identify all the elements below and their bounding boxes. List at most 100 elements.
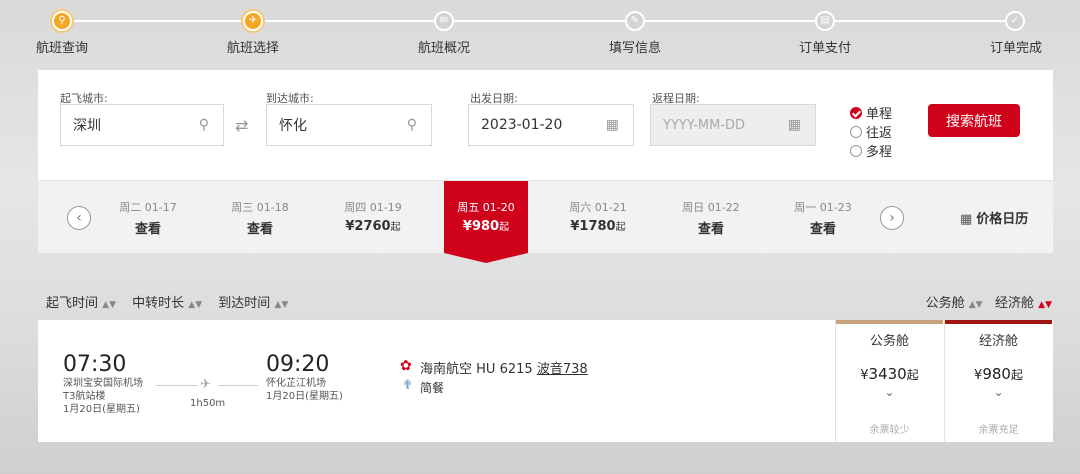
pencil-icon: ✎ — [625, 11, 645, 31]
price-calendar-link[interactable]: ▦ 价格日历 — [960, 208, 1028, 227]
route-line — [156, 385, 198, 386]
date-cell[interactable]: 周日 01-22 查看 — [669, 181, 753, 253]
sort-label: 起飞时间 — [46, 296, 99, 311]
aircraft-type-link[interactable]: 波音738 — [537, 362, 588, 377]
trip-type-multi[interactable]: 多程 — [850, 141, 892, 160]
depart-terminal: T3航站楼 — [63, 391, 106, 402]
date-cell-date: 周六 01-21 — [569, 201, 627, 214]
price-suffix: 起 — [499, 222, 510, 233]
cabin-color-bar — [836, 320, 943, 324]
search-flights-button[interactable]: 搜索航班 — [928, 104, 1020, 137]
trip-type-radio-group: 单程 往返 多程 — [850, 103, 892, 160]
sort-label: 公务舱 — [925, 296, 965, 311]
cabin-business[interactable]: 公务舱 ¥3430起 ⌄ 余票较少 — [835, 320, 943, 442]
trip-type-label: 往返 — [866, 126, 893, 141]
date-cell-price: 查看 — [218, 218, 302, 237]
flight-card: 07:30 深圳宝安国际机场 T3航站楼 1月20日(星期五) ✈ 1h50m … — [38, 320, 1053, 442]
plane-icon: ✈ — [243, 11, 263, 31]
currency: ¥ — [860, 368, 869, 383]
price-value: 3430 — [868, 365, 907, 383]
utensils-icon: ✟ — [402, 378, 413, 393]
cabin-economy[interactable]: 经济舱 ¥980起 ⌄ 余票充足 — [944, 320, 1052, 442]
sort-arrive-time[interactable]: 到达时间 ▲▼ — [218, 292, 288, 311]
sort-label: 到达时间 — [218, 296, 271, 311]
document-icon: ▤ — [815, 11, 835, 31]
date-cell-date: 周日 01-22 — [682, 201, 740, 214]
step-label-3: 航班概况 — [417, 41, 470, 56]
plane-icon: ✈ — [200, 377, 211, 392]
hainan-airlines-logo-icon: ✿ — [400, 358, 412, 374]
cabin-price: ¥980起 — [945, 365, 1052, 383]
to-city-input[interactable]: 怀化 ⚲ — [266, 104, 432, 146]
sort-arrows-icon: ▲▼ — [1038, 300, 1052, 310]
date-cell[interactable]: 周四 01-19 ¥2760起 — [331, 181, 415, 253]
price-text: ¥980 — [462, 219, 500, 234]
chevron-right-icon[interactable]: › — [880, 206, 904, 230]
arrive-date: 1月20日(星期五) — [266, 391, 343, 402]
trip-type-roundtrip[interactable]: 往返 — [850, 122, 892, 141]
date-cell[interactable]: 周三 01-18 查看 — [218, 181, 302, 253]
step-label-2: 航班选择 — [226, 41, 279, 56]
mail-icon: ✉ — [434, 11, 454, 31]
trip-type-label: 单程 — [866, 107, 893, 122]
date-cell[interactable]: 周六 01-21 ¥1780起 — [556, 181, 640, 253]
date-cell-date: 周五 01-20 — [457, 201, 515, 214]
cabin-name: 经济舱 — [978, 334, 1018, 349]
cabin-color-bar — [945, 320, 1052, 324]
price-text: 查看 — [246, 222, 273, 237]
sort-depart-time[interactable]: 起飞时间 ▲▼ — [46, 292, 116, 311]
step-label-1: 航班查询 — [35, 41, 88, 56]
sort-transfer-duration[interactable]: 中转时长 ▲▼ — [132, 292, 202, 311]
location-pin-icon: ⚲ — [198, 117, 209, 133]
check-icon: ✓ — [1005, 11, 1025, 31]
date-cell-date: 周二 01-17 — [119, 201, 177, 214]
arrive-time: 09:20 — [266, 352, 330, 377]
from-city-input[interactable]: 深圳 ⚲ — [60, 104, 224, 146]
cabin-sort-bar: 公务舱 ▲▼ 经济舱 ▲▼ — [926, 292, 1052, 311]
search-icon: ⚲ — [52, 11, 72, 31]
route-line — [218, 385, 258, 386]
sort-arrows-icon: ▲▼ — [188, 300, 203, 310]
date-cell-price: 查看 — [106, 218, 190, 237]
step-label-5: 订单支付 — [798, 41, 851, 56]
price-suffix: 起 — [906, 368, 919, 382]
return-date-input[interactable]: YYYY-MM-DD ▦ — [650, 104, 816, 146]
sort-arrows-icon: ▲▼ — [102, 300, 116, 310]
return-date-placeholder: YYYY-MM-DD — [663, 117, 746, 133]
step-label-6: 订单完成 — [989, 41, 1042, 56]
depart-airport: 深圳宝安国际机场 — [63, 378, 143, 389]
date-cell-price: ¥980起 — [444, 218, 528, 234]
seat-status: 余票充足 — [978, 425, 1019, 436]
depart-date-input[interactable]: 2023-01-20 ▦ — [468, 104, 634, 146]
airline-name: 海南航空 — [420, 362, 473, 377]
chevron-down-icon[interactable]: ⌄ — [945, 385, 1052, 399]
chevron-left-icon[interactable]: ‹ — [67, 206, 91, 230]
date-cell-selected[interactable]: 周五 01-20 ¥980起 — [444, 181, 528, 253]
price-calendar-label: 价格日历 — [976, 212, 1029, 227]
calendar-icon: ▦ — [960, 212, 973, 227]
progress-line — [62, 20, 1016, 22]
trip-type-oneway[interactable]: 单程 — [850, 103, 892, 122]
sort-arrows-icon: ▲▼ — [968, 300, 983, 310]
to-city-value: 怀化 — [279, 118, 307, 134]
sort-bar: 起飞时间 ▲▼ 中转时长 ▲▼ 到达时间 ▲▼ — [46, 292, 300, 311]
radio-unchecked-icon — [850, 144, 862, 157]
radio-checked-icon — [850, 106, 862, 119]
flight-number: HU 6215 — [476, 362, 533, 377]
price-suffix: 起 — [1010, 368, 1023, 382]
sort-label: 经济舱 — [995, 296, 1035, 311]
sort-business[interactable]: 公务舱 ▲▼ — [926, 296, 983, 311]
date-cell[interactable]: 周二 01-17 查看 — [106, 181, 190, 253]
sort-economy[interactable]: 经济舱 ▲▼ — [995, 296, 1052, 311]
price-text: ¥1780 — [570, 219, 616, 234]
progress-steps: ⚲ 航班查询 ✈ 航班选择 ✉ 航班概况 ✎ 填写信息 ▤ 订单支付 ✓ 订单完… — [0, 0, 1080, 60]
swap-icon[interactable]: ⇄ — [235, 116, 248, 135]
step-label-4: 填写信息 — [608, 41, 661, 56]
cabin-price: ¥3430起 — [836, 365, 943, 383]
radio-unchecked-icon — [850, 125, 862, 138]
date-cell-price: ¥1780起 — [556, 218, 640, 234]
selected-date-pointer — [444, 253, 528, 263]
chevron-down-icon[interactable]: ⌄ — [836, 385, 943, 399]
location-pin-icon: ⚲ — [406, 117, 417, 133]
date-cell[interactable]: 周一 01-23 查看 — [781, 181, 865, 253]
